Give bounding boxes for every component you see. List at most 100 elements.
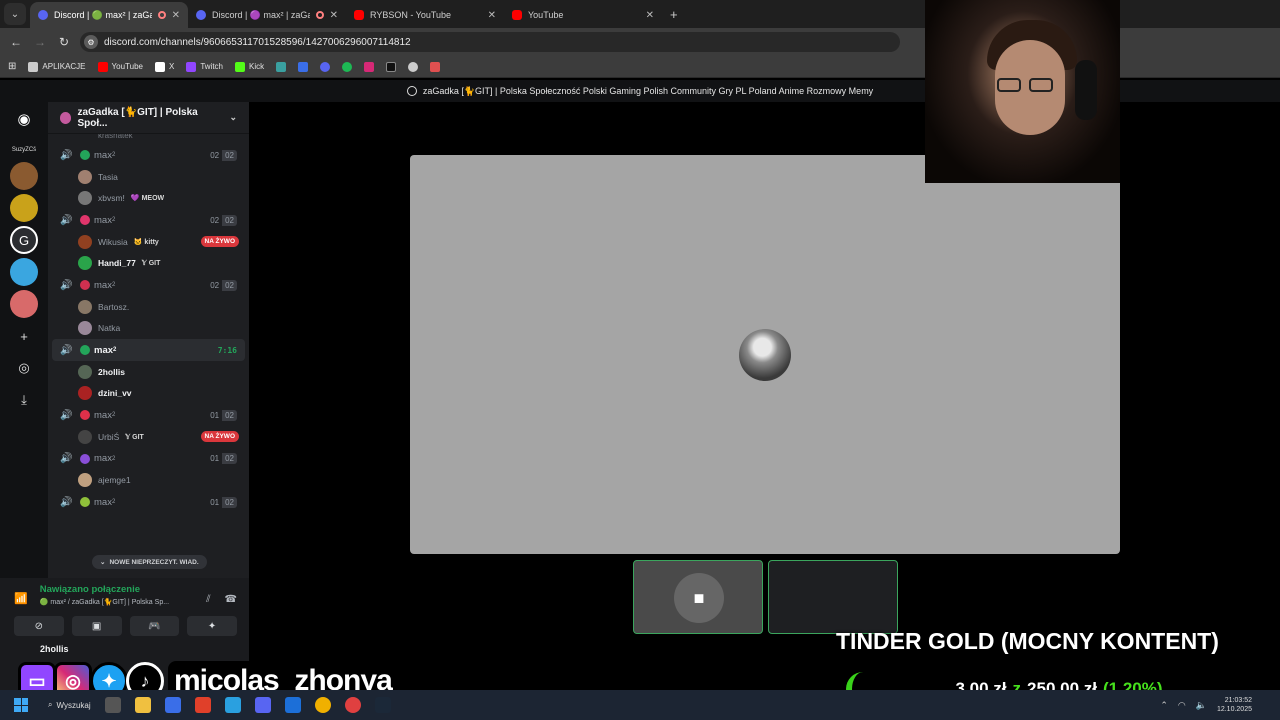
signal-icon[interactable]: 📶 [14,592,28,605]
voice-user[interactable]: Bartosz. [48,296,249,318]
video-thumbnail[interactable] [768,560,898,634]
taskbar-discord-icon[interactable] [254,697,271,713]
apps-grid-icon[interactable]: ⊞ [8,61,16,72]
voice-channel[interactable]: 🔊 max 2 02 02 [52,274,245,296]
voice-channel[interactable]: 🔊 max 2 02 02 [52,209,245,231]
server-icon[interactable] [10,162,38,190]
speaker-icon: 🔊 [60,453,73,464]
voice-location[interactable]: 🟢 max² / zaGadka [🐈GIT] | Polska Sp... [40,598,169,606]
taskbar-chrome-icon[interactable] [314,697,331,713]
add-server-icon[interactable]: + [10,322,38,350]
file-explorer-icon[interactable] [134,697,151,713]
share-screen-button[interactable]: ▣ [71,616,122,636]
activity-button[interactable]: 🎮 [129,616,180,636]
voice-user[interactable]: dzini_vv [48,383,249,405]
new-messages-pill[interactable]: ⌄ NOWE NIEPRZECZYT. WIAD. [92,555,207,569]
voice-user[interactable]: 2hollis [48,361,249,383]
windows-start-icon[interactable] [14,698,28,712]
voice-user[interactable]: ajemge1 [48,470,249,492]
disconnect-icon[interactable]: ☎ [225,594,237,605]
tab-search-icon[interactable]: ⌄ [4,3,26,25]
camera-off-button[interactable]: ⊘ [14,616,64,636]
browser-tab[interactable]: Discord | 🟣 max² | zaGadk ✕ [188,2,346,28]
chevron-down-icon[interactable]: ⌄ [229,112,237,123]
bookmark-item[interactable]: Kick [234,61,264,72]
address-bar[interactable]: ⚙ discord.com/channels/96066531170152859… [80,32,900,52]
wifi-icon[interactable]: ◠ [1178,700,1186,711]
bookmark-discord-icon[interactable] [320,61,331,72]
bookmark-instagram-icon[interactable] [364,61,375,72]
taskbar-steam-icon[interactable] [374,697,391,713]
user-count-current: 01 [207,409,223,421]
voice-user[interactable]: Wikusia 🐱 kitty NA ŻYWO [48,231,249,253]
discord-home-icon[interactable]: ◉ [10,106,38,132]
browser-tab[interactable]: YouTube ✕ [504,2,662,28]
voice-status: 📶 Nawiązano połączenie 🟢 max² / zaGadka … [0,578,249,606]
bookmark-tiktok-icon[interactable] [386,61,397,72]
reload-icon[interactable]: ↻ [52,35,76,49]
voice-channel[interactable]: 🔊 max 2 01 02 [52,404,245,426]
clock[interactable]: 21:03:52 12.10.2025 [1217,696,1252,714]
close-tab-icon[interactable]: ✕ [330,10,338,21]
voice-channel[interactable]: 🔊 max 2 01 02 [52,491,245,513]
bookmark-item[interactable]: Twitch [186,61,223,72]
voice-channel[interactable]: 🔊 max 2 02 02 [52,144,245,166]
bookmark-chatgpt-icon[interactable] [408,61,419,72]
soundboard-button[interactable]: ✦ [187,616,237,636]
chevron-up-icon[interactable]: ⌃ [1160,700,1168,711]
bookmark-item[interactable]: APLIKACJE [28,61,86,72]
discover-icon[interactable]: ◎ [10,354,38,382]
volume-icon[interactable]: 🔈 [1196,700,1207,711]
server-icon[interactable] [10,290,38,318]
channel-emoji-icon [80,215,90,225]
bookmark-item[interactable]: YouTube [97,61,143,72]
back-arrow-icon[interactable]: ← [4,35,28,49]
voice-user[interactable]: Natka [48,318,249,340]
channel-emoji-icon [80,497,90,507]
voice-user[interactable]: UrbiŚ 𝕐 GIT NA ŻYWO [48,426,249,448]
server-icon[interactable] [10,194,38,222]
user-tag: 𝕐 GIT [125,433,144,441]
channel-name-sup: 2 [113,347,117,353]
bookmark-icon[interactable] [276,61,287,72]
current-user-name[interactable]: 2hollis [0,636,249,654]
noise-suppression-icon[interactable]: ⫽ [206,594,210,605]
voice-user[interactable]: Handi_77 𝕐 GIT [48,253,249,275]
channel-emoji-icon [80,410,90,420]
video-thumbnail[interactable]: ■ [633,560,763,634]
taskview-icon[interactable] [104,697,121,713]
voice-channel[interactable]: 🔊 max 2 01 02 [52,448,245,470]
taskbar-search[interactable]: ⌕ Wyszukaj [48,700,91,710]
download-icon[interactable]: ⤓ [10,386,38,414]
site-info-icon[interactable]: ⚙ [84,35,98,49]
bookmark-item[interactable]: X [154,61,174,72]
voice-channel[interactable]: 🔊 max 2 7:16 [52,339,245,361]
bookmark-icon[interactable] [298,61,309,72]
folder-label[interactable]: SuzyZCš [4,142,44,158]
new-tab-button[interactable]: + [670,7,678,22]
taskbar-app-icon[interactable] [164,697,181,713]
browser-tab[interactable]: RYBSON - YouTube ✕ [346,2,504,28]
close-tab-icon[interactable]: ✕ [488,10,496,21]
close-tab-icon[interactable]: ✕ [172,10,180,21]
channel-name: max [94,214,112,226]
forward-arrow-icon[interactable]: → [28,35,52,49]
taskbar-app-icon[interactable] [284,697,301,713]
video-tile-main[interactable] [410,155,1120,554]
channel-name: max [94,344,114,356]
bookmark-icon[interactable] [430,61,441,72]
server-icon[interactable] [10,258,38,286]
server-header[interactable]: zaGadka [🐈GIT] | Polska Społ... ⌄ [48,102,249,134]
voice-user[interactable]: Tasia [48,166,249,188]
user-count-current: 02 [207,279,223,291]
voice-user[interactable]: xbvsm! 💜 MEOW [48,188,249,210]
user-count-current: 01 [207,453,223,464]
bookmark-icon [28,61,39,72]
taskbar-app-icon[interactable] [194,697,211,713]
close-tab-icon[interactable]: ✕ [646,10,654,21]
server-icon-active[interactable]: G [10,226,38,254]
taskbar-chrome-icon[interactable] [344,697,361,713]
bookmark-spotify-icon[interactable] [342,61,353,72]
taskbar-app-icon[interactable] [224,697,241,713]
browser-tab[interactable]: Discord | 🟢 max² | zaGadk ✕ [30,2,188,28]
